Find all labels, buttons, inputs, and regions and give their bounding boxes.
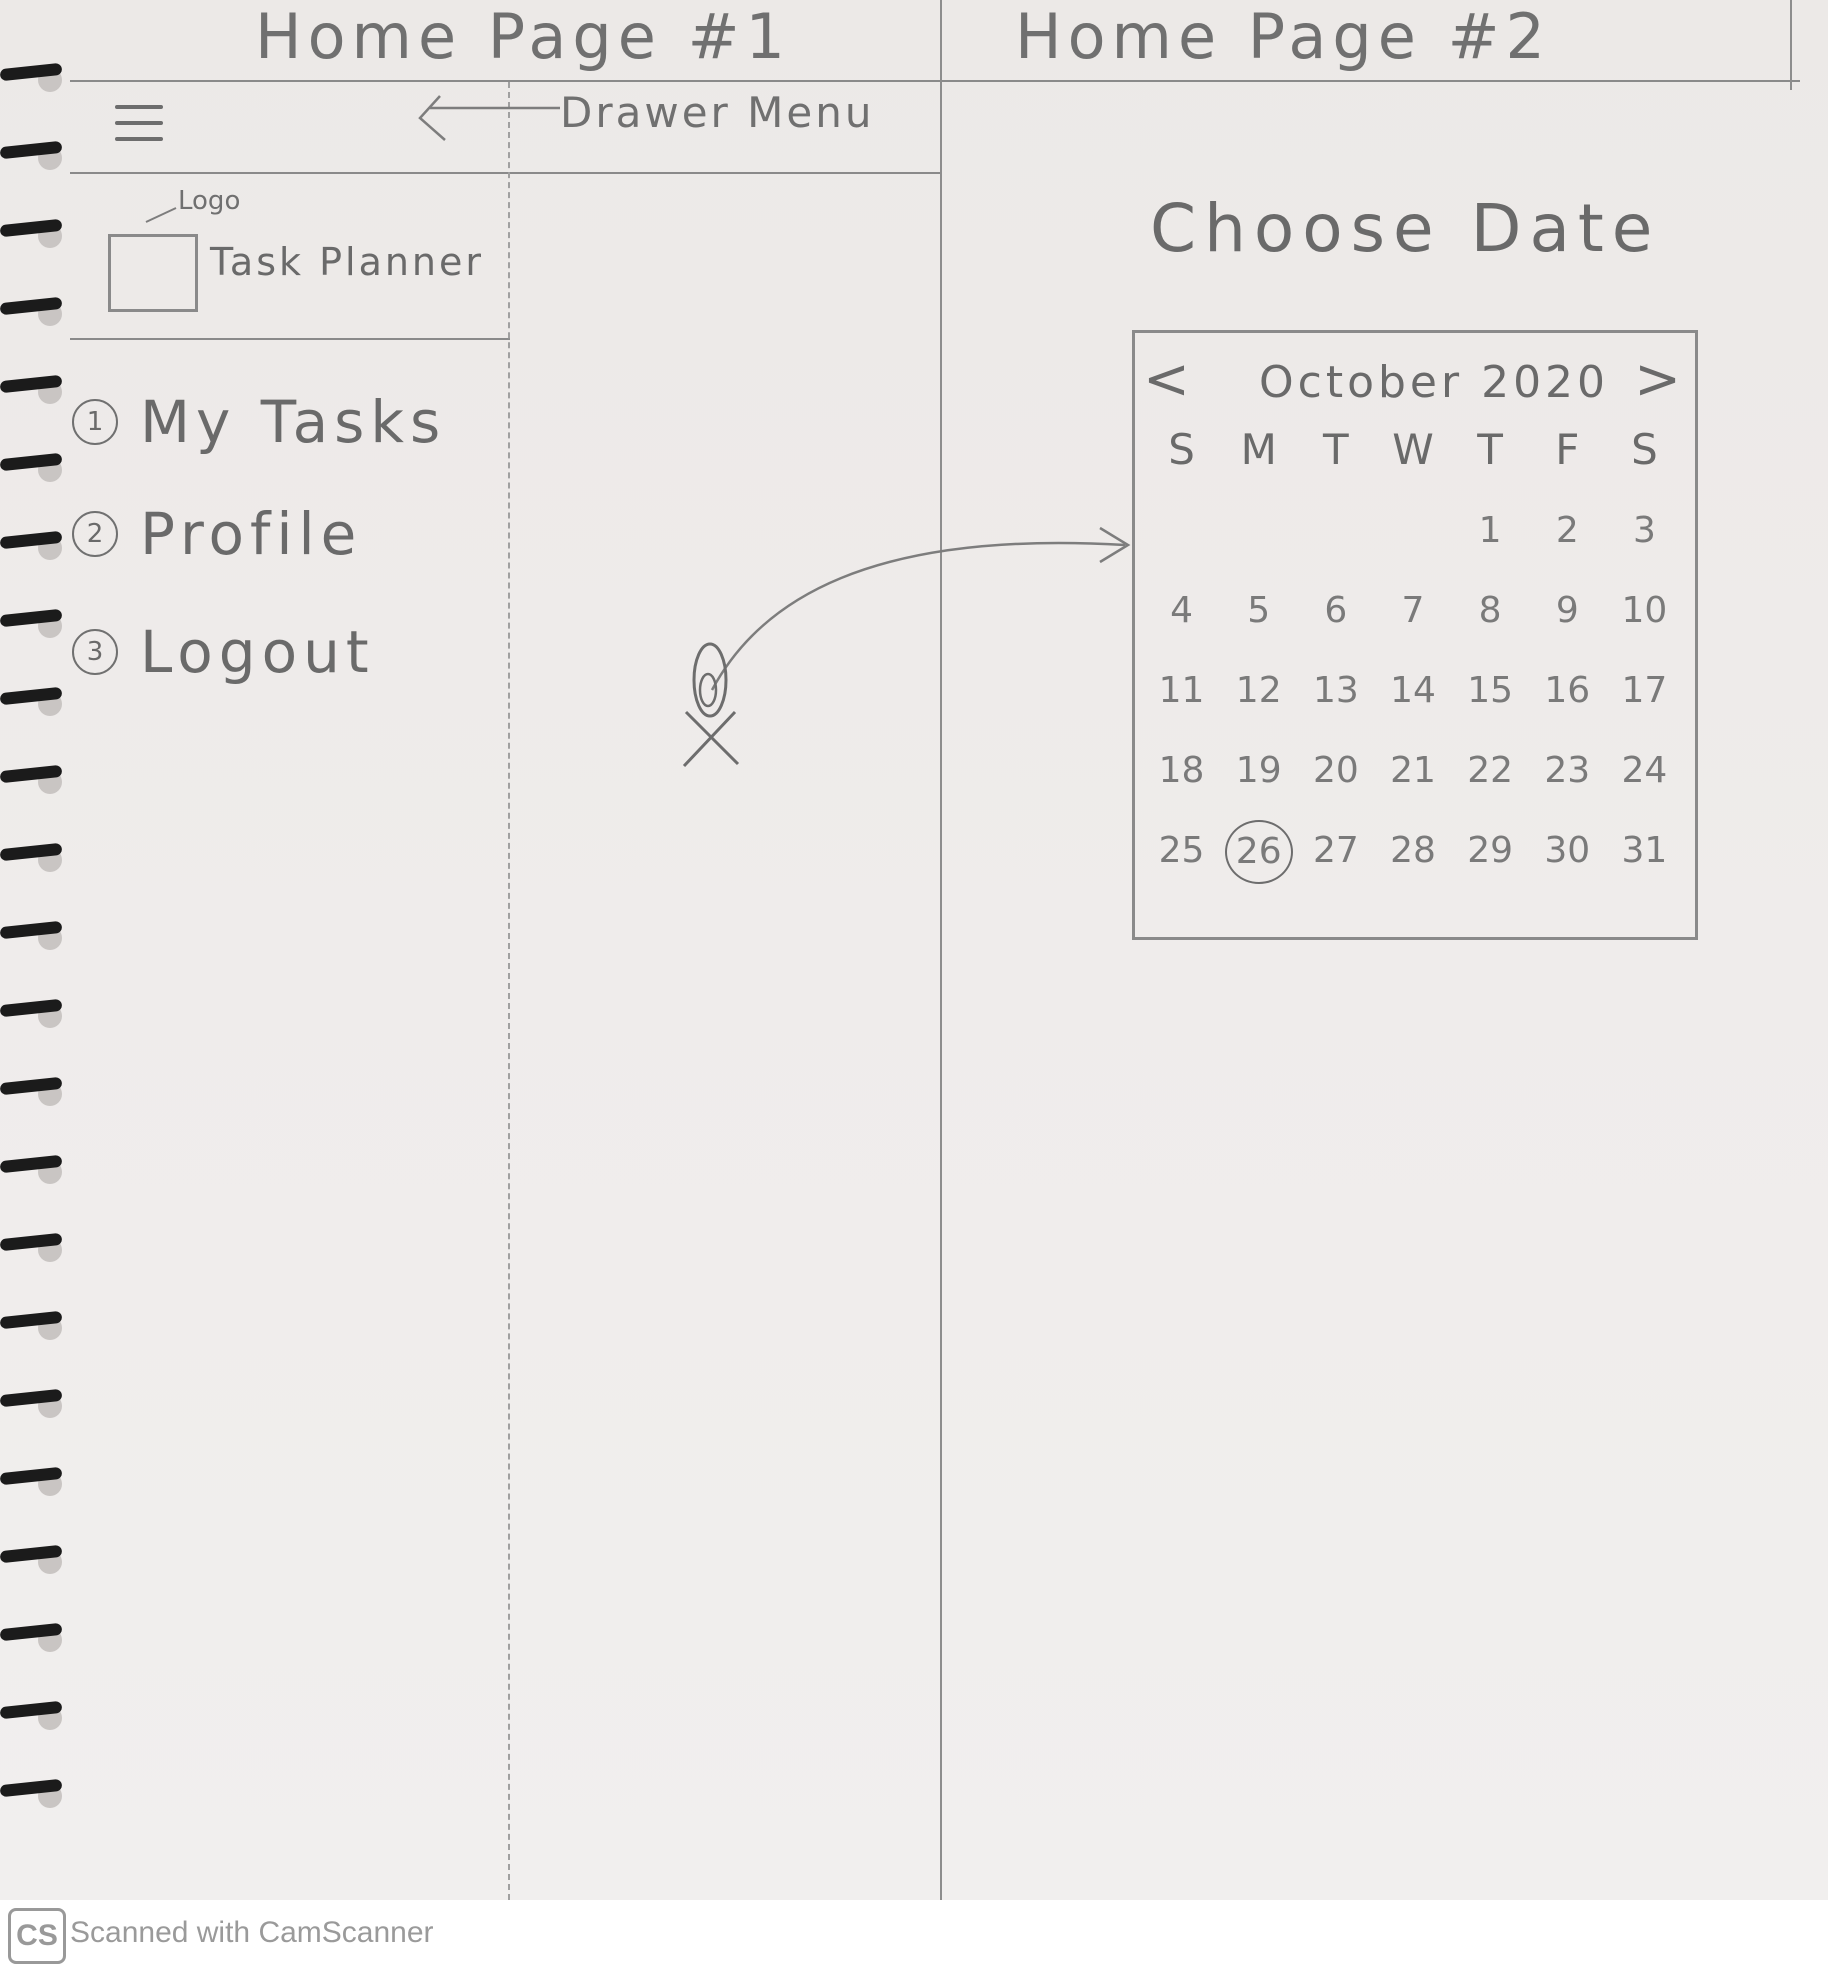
scanner-watermark: Scanned with CamScanner bbox=[70, 1916, 434, 1949]
prev-month-button[interactable]: < bbox=[1143, 347, 1190, 412]
day-cell[interactable]: 3 bbox=[1606, 508, 1683, 554]
day-cell[interactable]: 17 bbox=[1606, 668, 1683, 714]
weekday-label: S bbox=[1168, 425, 1195, 474]
notebook-page: Home Page #1 Drawer Menu Logo Task Plann… bbox=[0, 0, 1828, 1900]
day-cell[interactable]: 15 bbox=[1452, 668, 1529, 714]
weekday-label: S bbox=[1631, 425, 1658, 474]
day-cell[interactable]: 24 bbox=[1606, 748, 1683, 794]
weekday-label: T bbox=[1323, 425, 1349, 474]
calendar-header: < October 2020 > bbox=[1135, 347, 1695, 412]
day-cell[interactable]: 13 bbox=[1297, 668, 1374, 714]
day-cell[interactable]: 10 bbox=[1606, 588, 1683, 634]
weekday-label: T bbox=[1477, 425, 1503, 474]
day-cell[interactable]: 7 bbox=[1374, 588, 1451, 634]
day-cell[interactable]: 31 bbox=[1606, 828, 1683, 874]
day-cell[interactable]: 18 bbox=[1143, 748, 1220, 794]
weekday-label: W bbox=[1392, 425, 1434, 474]
page-title-2: Home Page #2 bbox=[1015, 0, 1552, 73]
choose-date-heading: Choose Date bbox=[1150, 190, 1661, 267]
calendar-month-label: October 2020 bbox=[1259, 357, 1610, 408]
day-cell[interactable]: 6 bbox=[1297, 588, 1374, 634]
day-cell[interactable]: 11 bbox=[1143, 668, 1220, 714]
calendar-grid: S M T W T F S 1 2 3 4 5 6 7 8 9 10 11 12 13 14 15 16 17 18 19 20 21… bbox=[1143, 425, 1683, 884]
day-cell[interactable]: 30 bbox=[1529, 828, 1606, 874]
day-cell[interactable]: 19 bbox=[1220, 748, 1297, 794]
day-cell[interactable]: 4 bbox=[1143, 588, 1220, 634]
day-cell[interactable]: 20 bbox=[1297, 748, 1374, 794]
selected-day[interactable]: 26 bbox=[1224, 820, 1293, 884]
scanner-footer: CS Scanned with CamScanner bbox=[0, 1900, 1828, 1970]
day-cell[interactable]: 16 bbox=[1529, 668, 1606, 714]
day-cell[interactable]: 29 bbox=[1452, 828, 1529, 874]
day-cell[interactable]: 25 bbox=[1143, 828, 1220, 874]
date-picker: < October 2020 > S M T W T F S 1 2 3 4 5 6 7 8 9 10 11 12 1… bbox=[1132, 330, 1698, 940]
camscanner-logo: CS bbox=[8, 1908, 66, 1964]
empty-day-cell bbox=[1374, 508, 1451, 554]
weekday-label: F bbox=[1555, 425, 1580, 474]
day-cell[interactable]: 8 bbox=[1452, 588, 1529, 634]
empty-day-cell bbox=[1143, 508, 1220, 554]
day-cell[interactable]: 5 bbox=[1220, 588, 1297, 634]
day-cell[interactable]: 14 bbox=[1374, 668, 1451, 714]
day-cell[interactable]: 1 bbox=[1452, 508, 1529, 554]
empty-day-cell bbox=[1297, 508, 1374, 554]
navigation-arrow bbox=[145, 95, 1131, 768]
day-cell[interactable]: 23 bbox=[1529, 748, 1606, 794]
day-cell[interactable]: 2 bbox=[1529, 508, 1606, 554]
next-month-button[interactable]: > bbox=[1634, 347, 1681, 412]
empty-day-cell bbox=[1220, 508, 1297, 554]
day-cell[interactable]: 21 bbox=[1374, 748, 1451, 794]
day-cell[interactable]: 12 bbox=[1220, 668, 1297, 714]
day-cell[interactable]: 28 bbox=[1374, 828, 1451, 874]
weekday-label: M bbox=[1240, 425, 1277, 474]
day-cell[interactable]: 22 bbox=[1452, 748, 1529, 794]
day-cell[interactable]: 9 bbox=[1529, 588, 1606, 634]
day-cell[interactable]: 27 bbox=[1297, 828, 1374, 874]
